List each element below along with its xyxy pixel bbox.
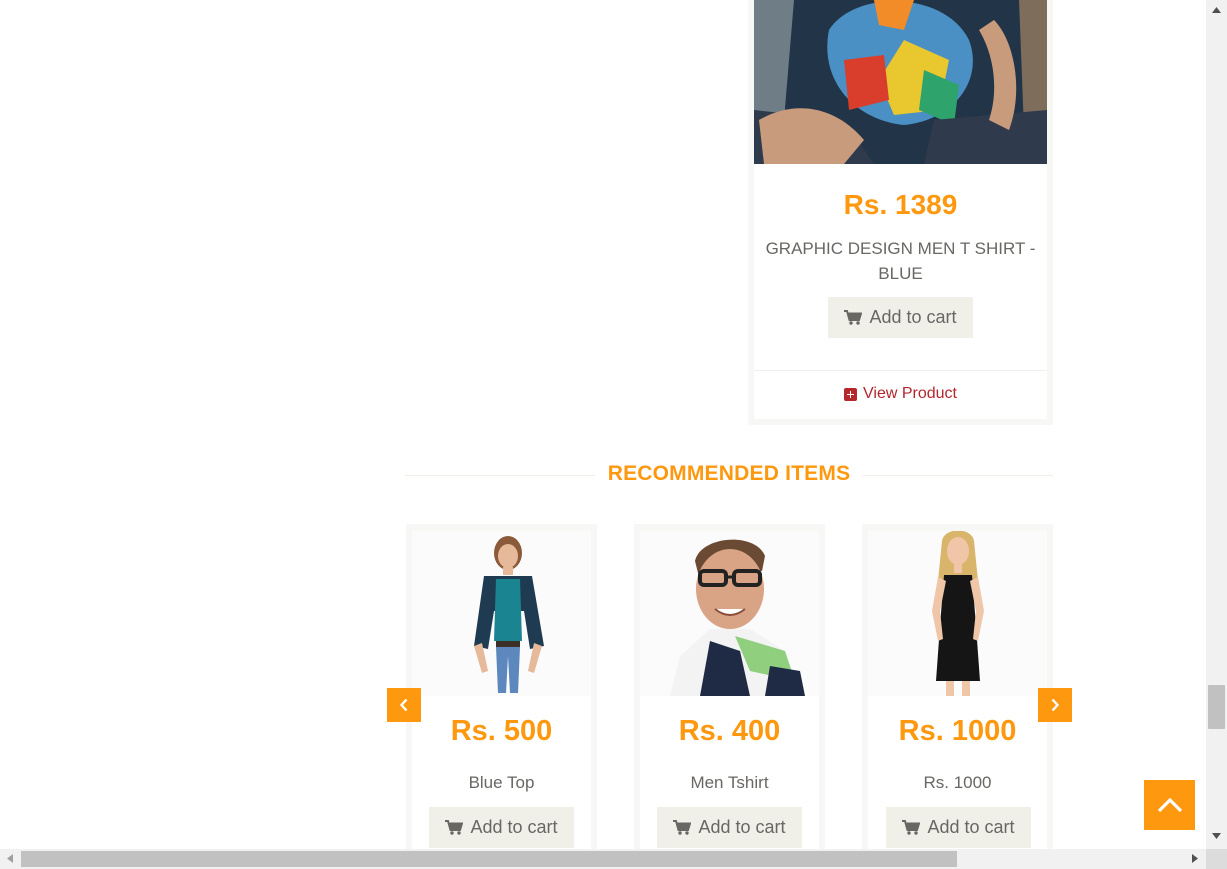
recommended-item: Rs. 400 Men Tshirt Add to cart [634, 524, 825, 849]
recommended-item: Rs. 1000 Rs. 1000 Add to cart [862, 524, 1053, 849]
shopping-cart-icon [902, 820, 921, 835]
item-price: Rs. 1000 [898, 715, 1017, 747]
scroll-down-arrow-icon[interactable] [1212, 833, 1221, 839]
add-to-cart-label: Add to cart [698, 817, 786, 837]
plus-square-icon [844, 387, 857, 401]
scrollbar-corner [1206, 849, 1227, 869]
product-image-men-tshirt [640, 531, 819, 696]
vertical-scrollbar[interactable] [1206, 0, 1227, 849]
add-to-cart-button[interactable]: Add to cart [429, 807, 574, 848]
recommended-items-heading: RECOMMENDED ITEMS [405, 458, 1053, 488]
view-product-link[interactable]: View Product [754, 385, 1047, 403]
carousel-prev-button[interactable] [387, 688, 421, 722]
recommended-item: Rs. 500 Blue Top Add to cart [406, 524, 597, 849]
add-to-cart-button[interactable]: Add to cart [828, 297, 973, 338]
product-image-graphic-tshirt [754, 0, 1047, 164]
carousel-next-button[interactable] [1038, 688, 1072, 722]
horizontal-scrollbar[interactable] [0, 849, 1206, 869]
product-image-blue-top [412, 531, 591, 696]
item-name: Rs. 1000 [923, 773, 992, 792]
item-name: Men Tshirt [690, 773, 769, 792]
chevron-up-icon [1157, 797, 1182, 813]
add-to-cart-label: Add to cart [927, 817, 1015, 837]
add-to-cart-label: Add to cart [470, 817, 558, 837]
add-to-cart-label: Add to cart [869, 307, 957, 327]
add-to-cart-button[interactable]: Add to cart [886, 807, 1031, 848]
chevron-left-icon [399, 698, 408, 712]
vertical-scrollbar-thumb[interactable] [1208, 685, 1225, 729]
shopping-cart-icon [844, 310, 863, 325]
scroll-left-arrow-icon[interactable] [7, 854, 13, 863]
horizontal-scrollbar-thumb[interactable] [21, 851, 957, 867]
page-viewport: Rs. 1389 GRAPHIC DESIGN MEN T SHIRT - BL… [0, 0, 1206, 849]
item-price: Rs. 400 [678, 715, 781, 747]
view-product-label: View Product [863, 385, 957, 402]
add-to-cart-button[interactable]: Add to cart [657, 807, 802, 848]
item-price: Rs. 500 [450, 715, 553, 747]
product-price: Rs. 1389 [843, 189, 958, 220]
shopping-cart-icon [445, 820, 464, 835]
scroll-to-top-button[interactable] [1144, 780, 1195, 830]
product-name: GRAPHIC DESIGN MEN T SHIRT - BLUE [765, 239, 1036, 283]
scroll-up-arrow-icon[interactable] [1212, 7, 1221, 13]
product-image-black-dress [868, 531, 1047, 696]
recommended-title: RECOMMENDED ITEMS [599, 462, 859, 485]
product-card-inner: Rs. 1389 GRAPHIC DESIGN MEN T SHIRT - BL… [754, 0, 1047, 419]
card-divider [754, 370, 1047, 371]
scroll-right-arrow-icon[interactable] [1192, 854, 1198, 863]
shopping-cart-icon [673, 820, 692, 835]
chevron-right-icon [1051, 698, 1060, 712]
item-name: Blue Top [468, 773, 535, 792]
product-card: Rs. 1389 GRAPHIC DESIGN MEN T SHIRT - BL… [748, 0, 1053, 425]
